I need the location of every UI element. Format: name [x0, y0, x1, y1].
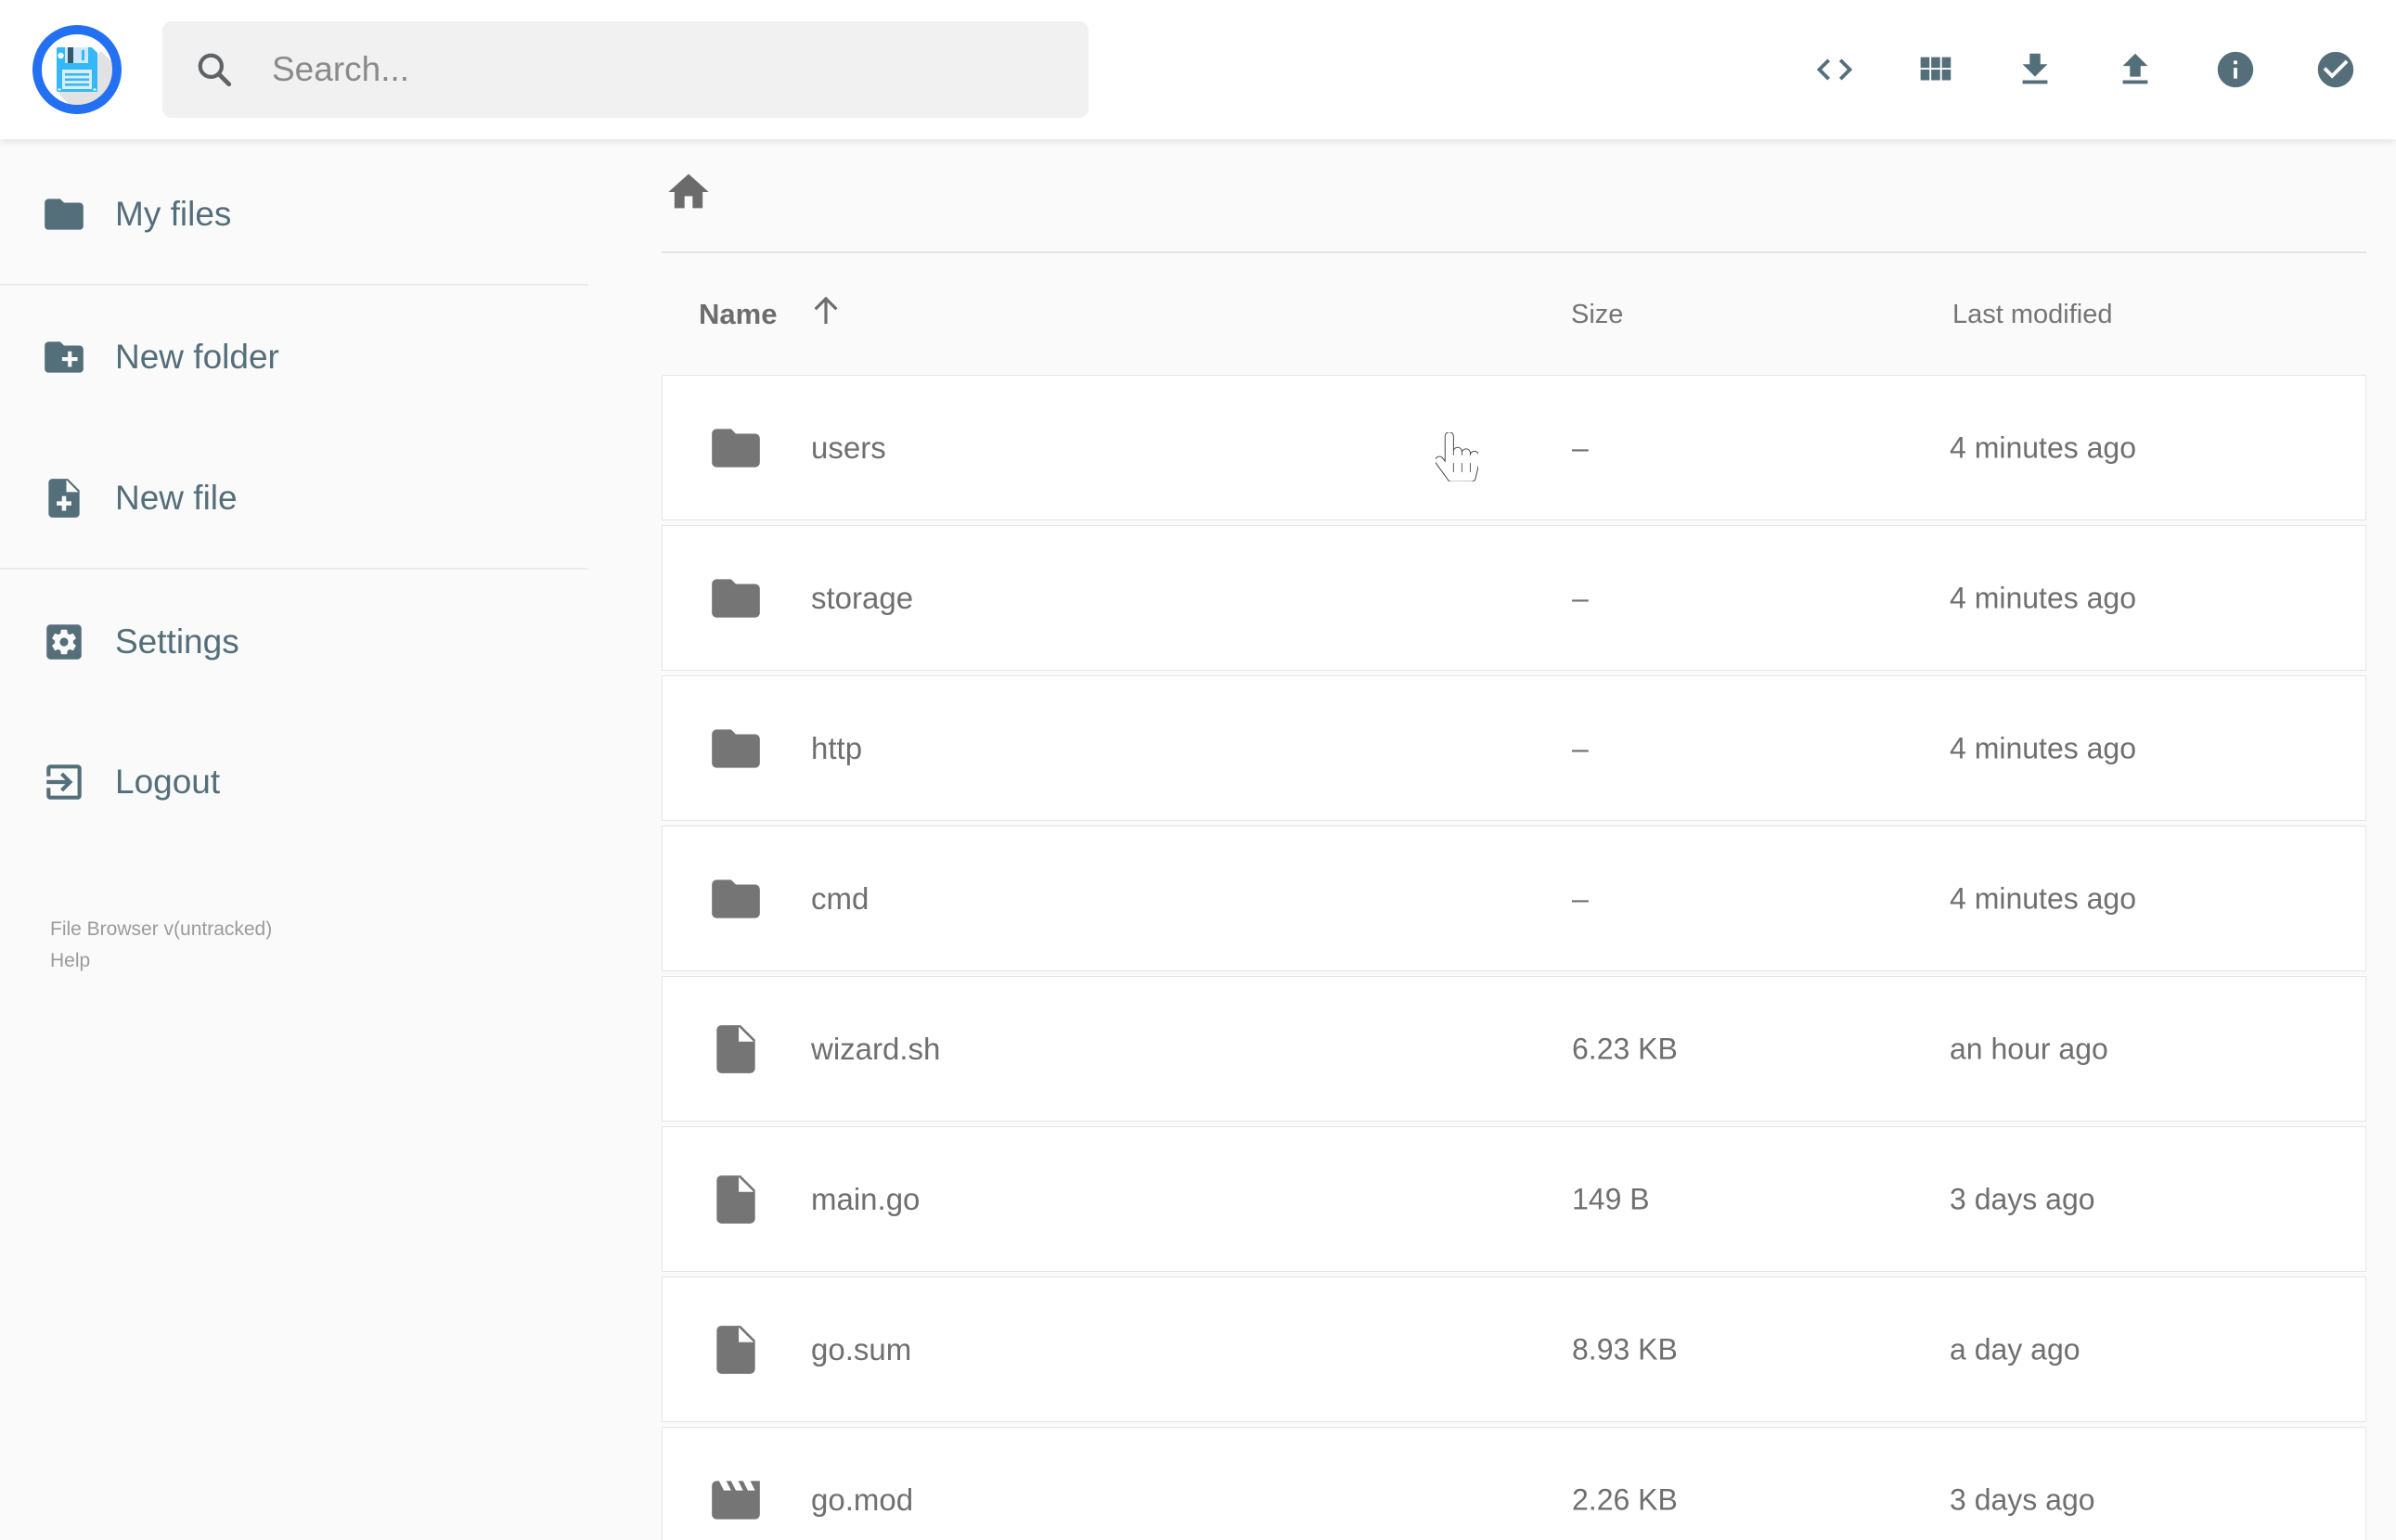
sidebar-item-logout[interactable]: Logout: [0, 731, 596, 833]
file-row-storage[interactable]: storage – 4 minutes ago: [662, 525, 2366, 671]
folder-plus-icon: [45, 341, 84, 373]
file-name: users: [811, 430, 886, 465]
listing-rows: users – 4 minutes ago storage – 4 minute…: [662, 375, 2366, 1540]
app-version: File Browser v(untracked): [50, 918, 273, 940]
file-icon: [716, 1024, 755, 1073]
upload-icon: [2122, 53, 2148, 84]
topbar-actions: [1813, 0, 2357, 139]
download-icon: [2022, 53, 2048, 84]
breadcrumb-divider: [662, 251, 2366, 253]
movie-icon: [712, 1480, 760, 1520]
filebrowser-app: My files New folder New file: [0, 0, 2396, 1540]
sidebar-footer: File Browser v(untracked) Help: [50, 914, 272, 977]
breadcrumb-home[interactable]: [664, 168, 713, 216]
file-modified: 4 minutes ago: [1950, 430, 2137, 464]
topbar: [0, 0, 2396, 139]
folder-icon: [45, 199, 84, 230]
file-row-go-mod[interactable]: go.mod 2.26 KB 3 days ago: [662, 1427, 2366, 1540]
sidebar-item-label: Settings: [115, 622, 239, 661]
sidebar-item-label: New folder: [115, 338, 279, 376]
logout-icon: [46, 764, 82, 800]
info-button[interactable]: [2214, 48, 2257, 91]
file-name: go.mod: [811, 1482, 914, 1517]
file-name: http: [811, 730, 863, 765]
check-circle-icon: [2317, 51, 2354, 88]
file-name: wizard.sh: [811, 1031, 941, 1066]
file-icon: [716, 1325, 755, 1374]
code-icon: [1816, 58, 1853, 81]
file-modified: 4 minutes ago: [1950, 581, 2137, 614]
file-modified: a day ago: [1950, 1332, 2080, 1366]
info-icon: [2217, 51, 2254, 88]
search-icon: [198, 53, 232, 87]
filebrowser-logo[interactable]: [29, 21, 125, 118]
switch-view-button[interactable]: [1913, 48, 1956, 91]
download-button[interactable]: [2014, 48, 2056, 91]
sidebar-divider: [0, 284, 588, 286]
folder-icon: [712, 428, 760, 468]
file-name: cmd: [811, 880, 870, 916]
home-icon: [668, 173, 709, 209]
column-header-size[interactable]: Size: [1571, 293, 1623, 336]
file-size: 2.26 KB: [1572, 1482, 1678, 1516]
sidebar-item-new-file[interactable]: New file: [0, 447, 596, 549]
arrow-up-icon[interactable]: [806, 289, 845, 332]
file-row-main-go[interactable]: main.go 149 B 3 days ago: [662, 1126, 2366, 1272]
file-size: –: [1572, 430, 1589, 464]
file-size: 6.23 KB: [1572, 1032, 1678, 1065]
file-plus-icon: [48, 479, 80, 518]
grid-view-icon: [1920, 57, 1952, 81]
settings-icon: [46, 624, 82, 660]
upload-button[interactable]: [2114, 48, 2157, 91]
file-size: 8.93 KB: [1572, 1332, 1678, 1366]
sidebar: My files New folder New file Settings Lo…: [0, 139, 596, 1540]
file-modified: 4 minutes ago: [1950, 881, 2137, 915]
file-name: go.sum: [811, 1331, 912, 1367]
file-row-users[interactable]: users – 4 minutes ago: [662, 375, 2366, 520]
file-size: –: [1572, 731, 1589, 764]
file-name: main.go: [811, 1181, 921, 1216]
file-icon: [716, 1174, 755, 1224]
file-listing: Name Size Last modified users – 4 minute…: [596, 139, 2396, 1540]
file-size: –: [1572, 881, 1589, 915]
sidebar-item-label: My files: [115, 195, 232, 233]
column-header-modified[interactable]: Last modified: [1952, 293, 2113, 336]
raw-view-button[interactable]: [1813, 48, 1856, 91]
sidebar-item-my-files[interactable]: My files: [0, 163, 596, 265]
file-name: storage: [811, 580, 914, 615]
folder-icon: [712, 728, 760, 768]
sidebar-divider: [0, 568, 588, 570]
column-header-name[interactable]: Name: [699, 293, 777, 336]
file-modified: 4 minutes ago: [1950, 731, 2137, 764]
folder-icon: [712, 578, 760, 618]
file-modified: 3 days ago: [1950, 1482, 2095, 1516]
file-row-http[interactable]: http – 4 minutes ago: [662, 675, 2366, 821]
select-multiple-button[interactable]: [2314, 48, 2357, 91]
help-link[interactable]: Help: [50, 945, 272, 977]
file-size: –: [1572, 581, 1589, 614]
file-size: 149 B: [1572, 1182, 1650, 1215]
sidebar-item-new-folder[interactable]: New folder: [0, 306, 596, 408]
folder-icon: [712, 879, 760, 918]
file-modified: 3 days ago: [1950, 1182, 2095, 1215]
file-row-cmd[interactable]: cmd – 4 minutes ago: [662, 826, 2366, 971]
file-row-go-sum[interactable]: go.sum 8.93 KB a day ago: [662, 1277, 2366, 1422]
file-modified: an hour ago: [1950, 1032, 2108, 1065]
file-row-wizard-sh[interactable]: wizard.sh 6.23 KB an hour ago: [662, 976, 2366, 1122]
sidebar-item-label: Logout: [115, 763, 221, 801]
sidebar-item-settings[interactable]: Settings: [0, 591, 596, 693]
sidebar-item-label: New file: [115, 479, 238, 517]
floppy-disk-logo-icon: [32, 25, 122, 114]
search-input[interactable]: [270, 49, 1035, 90]
search-bar[interactable]: [162, 21, 1089, 118]
